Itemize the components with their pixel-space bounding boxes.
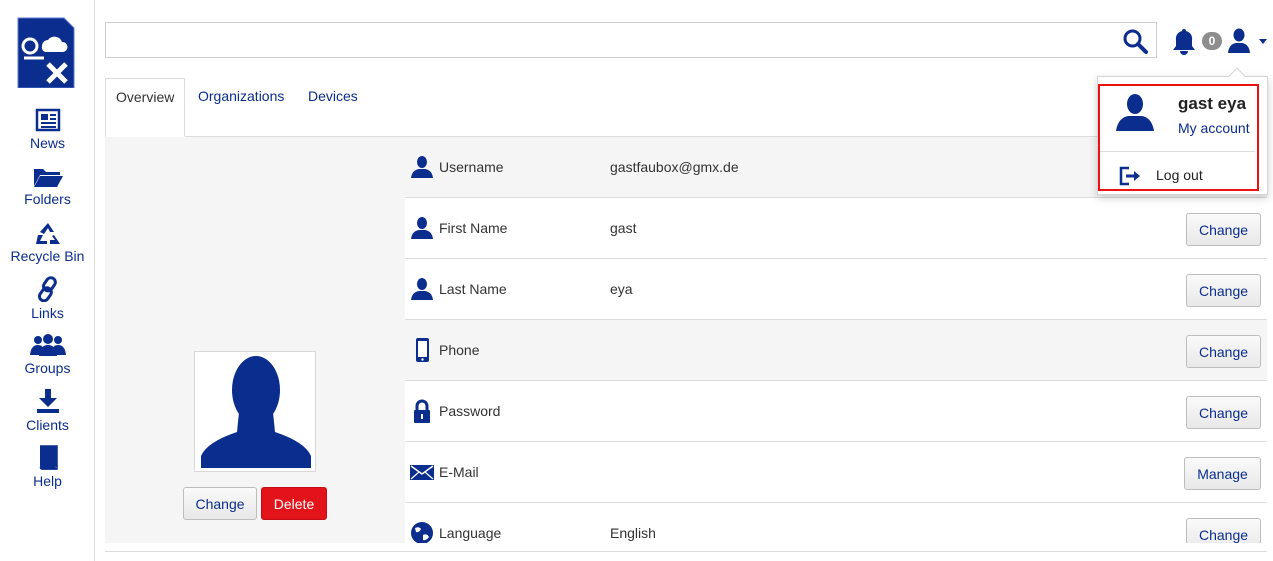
user-icon — [411, 217, 433, 239]
row-label: Last Name — [439, 281, 507, 297]
row-label: Phone — [439, 342, 480, 358]
sidebar-item-recycle-bin[interactable]: Recycle Bin — [0, 221, 95, 264]
sidebar-item-label: Groups — [24, 360, 71, 376]
table-row: Password Change — [405, 381, 1267, 442]
row-value: gastfaubox@gmx.de — [610, 159, 739, 175]
sidebar: News Folders Recycle Bin Links Groups Cl… — [0, 0, 95, 561]
table-row: First Name gast Change — [405, 198, 1267, 259]
sidebar-item-help[interactable]: Help — [0, 444, 95, 489]
download-icon — [36, 389, 59, 413]
folder-icon — [33, 169, 63, 187]
profile-fields: Username gastfaubox@gmx.de First Name ga… — [405, 137, 1267, 543]
change-phone-button[interactable]: Change — [1186, 335, 1261, 368]
chevron-down-icon[interactable] — [1259, 39, 1267, 44]
avatar — [194, 351, 316, 472]
highlight-box — [1098, 84, 1259, 191]
sidebar-item-label: Folders — [24, 191, 71, 207]
sidebar-item-label: Links — [31, 305, 64, 321]
row-label: Username — [439, 159, 504, 175]
group-icon — [29, 334, 66, 356]
newspaper-icon — [35, 108, 60, 132]
table-row: Language English Change — [405, 503, 1267, 543]
row-value: English — [610, 525, 656, 541]
sidebar-item-label: Recycle Bin — [10, 248, 85, 264]
table-row: Phone Change — [405, 320, 1267, 381]
search-box — [105, 22, 1157, 58]
user-icon — [411, 156, 433, 178]
user-silhouette-icon — [201, 356, 311, 468]
tab-overview[interactable]: Overview — [105, 78, 185, 137]
sidebar-item-groups[interactable]: Groups — [0, 333, 95, 376]
bell-icon[interactable] — [1171, 27, 1197, 55]
change-language-button[interactable]: Change — [1186, 518, 1261, 543]
sidebar-item-links[interactable]: Links — [0, 276, 95, 321]
avatar-panel: Change Delete — [105, 137, 405, 543]
row-value: eya — [610, 281, 633, 297]
delete-avatar-button[interactable]: Delete — [261, 487, 327, 520]
table-row: Last Name eya Change — [405, 259, 1267, 320]
change-first-name-button[interactable]: Change — [1186, 213, 1261, 246]
notification-count-badge[interactable]: 0 — [1202, 32, 1222, 50]
search-icon[interactable] — [1122, 28, 1148, 54]
globe-icon — [411, 522, 433, 543]
row-label: First Name — [439, 220, 508, 236]
row-label: Language — [439, 525, 502, 541]
sidebar-item-clients[interactable]: Clients — [0, 388, 95, 433]
content-bottom-border — [105, 551, 1267, 552]
tab-devices[interactable]: Devices — [298, 78, 368, 116]
sidebar-item-news[interactable]: News — [0, 108, 95, 151]
sidebar-item-folders[interactable]: Folders — [0, 166, 95, 207]
app-logo[interactable] — [14, 12, 76, 89]
sidebar-item-label: Clients — [26, 417, 69, 433]
row-label: E-Mail — [439, 464, 479, 480]
sidebar-item-label: Help — [33, 473, 62, 489]
row-value: gast — [610, 220, 637, 236]
book-icon — [39, 445, 58, 470]
change-last-name-button[interactable]: Change — [1186, 274, 1261, 307]
envelope-icon — [410, 465, 434, 480]
change-avatar-button[interactable]: Change — [183, 487, 257, 520]
user-icon — [411, 278, 433, 300]
link-icon — [37, 276, 57, 302]
table-row: E-Mail Manage — [405, 442, 1267, 503]
user-icon — [1228, 28, 1250, 53]
change-password-button[interactable]: Change — [1186, 396, 1261, 429]
recycle-icon — [35, 223, 60, 244]
tab-organizations[interactable]: Organizations — [188, 78, 294, 116]
row-label: Password — [439, 403, 501, 419]
manage-email-button[interactable]: Manage — [1184, 457, 1261, 490]
sidebar-item-label: News — [29, 135, 65, 151]
search-input[interactable] — [106, 23, 1116, 57]
lock-icon — [414, 399, 430, 423]
phone-icon — [416, 338, 429, 362]
